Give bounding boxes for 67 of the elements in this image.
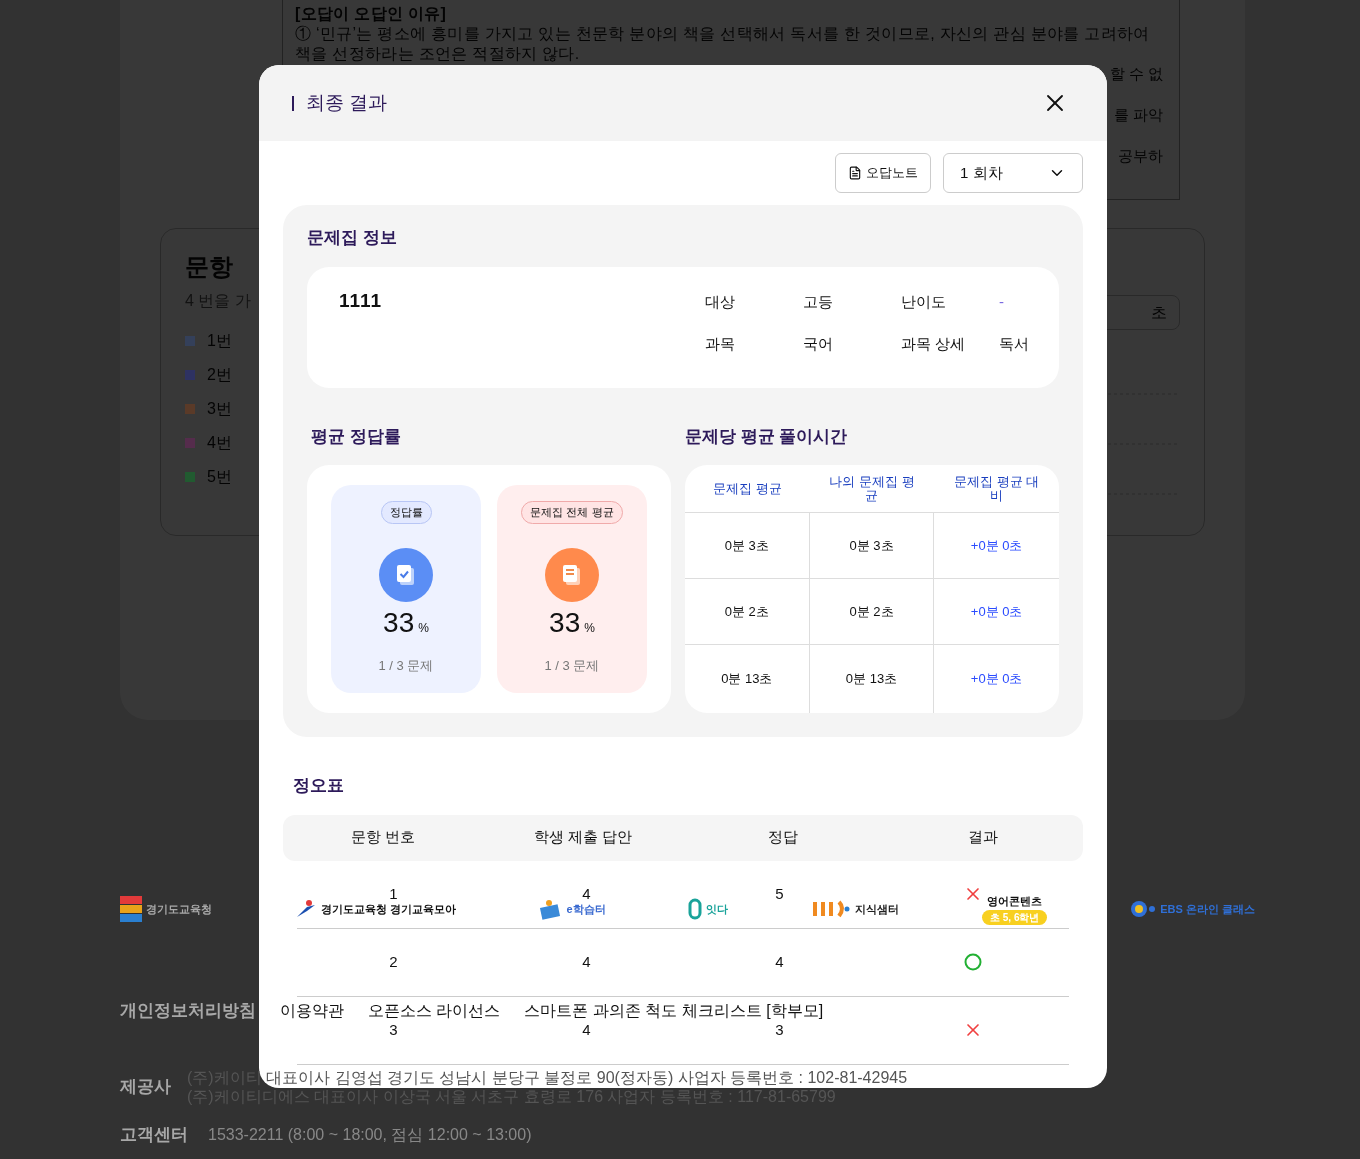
round-select[interactable]: 1 회차 bbox=[943, 153, 1083, 193]
section-title: 정오표 bbox=[292, 775, 345, 797]
checked-document-icon bbox=[395, 562, 417, 587]
table-cell: 0분 2초 bbox=[685, 579, 810, 645]
column-header: 결과 bbox=[967, 827, 999, 848]
question-count: 1 / 3 문제 bbox=[378, 656, 434, 675]
field-value: - bbox=[999, 291, 1005, 312]
logo-icon bbox=[1130, 899, 1157, 918]
logo-text: EBS 온라인 클래스 bbox=[1160, 901, 1255, 917]
tile-badge: 문제집 전체 평균 bbox=[521, 501, 623, 524]
workbook-name: 1111 bbox=[339, 288, 382, 313]
logo-text: 지식샘터 bbox=[855, 901, 900, 917]
table-cell: 0분 3초 bbox=[809, 513, 935, 579]
table-cell-text: 5 bbox=[775, 883, 784, 904]
table-cell: 0분 13초 bbox=[809, 645, 935, 713]
percent-unit: % bbox=[584, 619, 595, 637]
document-icon bbox=[848, 166, 862, 180]
section-title: 문제집 정보 bbox=[307, 227, 398, 249]
field-value: 국어 bbox=[803, 334, 834, 354]
column-header: 나의 문제집 평균 bbox=[809, 465, 935, 513]
table-cell: +0분 0초 bbox=[934, 513, 1059, 579]
logo-text: e학습터 bbox=[566, 901, 606, 917]
table-cell-text: +0분 0초 bbox=[969, 670, 1024, 689]
logo-icon bbox=[538, 897, 563, 920]
support-info: 1533-2211 (8:00 ~ 18:00, 점심 12:00 ~ 13:00) bbox=[208, 1124, 532, 1145]
table-cell-text: 4 bbox=[775, 951, 784, 972]
column-header: 학생 제출 답안 bbox=[532, 827, 634, 848]
title-bar-mark bbox=[292, 95, 294, 111]
table-cell-text: 4 bbox=[582, 883, 591, 904]
logo-icon bbox=[120, 895, 142, 922]
logo-text: 영어콘텐츠 bbox=[987, 894, 1043, 909]
logo-text: 경기도교육청 bbox=[146, 901, 212, 917]
support-label: 고객센터 bbox=[120, 1124, 188, 1146]
table-cell-text: 4 bbox=[582, 951, 591, 972]
correct-circle-icon bbox=[963, 953, 982, 971]
document-icon bbox=[561, 562, 583, 587]
field-value: 고등 bbox=[803, 291, 834, 312]
section-title: 문제당 평균 풀이시간 bbox=[685, 425, 849, 448]
question-count: 1 / 3 문제 bbox=[544, 656, 600, 675]
table-cell: +0분 0초 bbox=[934, 579, 1059, 645]
footer-link[interactable]: 이용약관 bbox=[280, 998, 344, 1023]
logo-text: 경기도교육청 경기교육모아 bbox=[320, 901, 456, 917]
column-header: 문항 번호 bbox=[349, 827, 417, 848]
accuracy-value: 33 bbox=[383, 605, 415, 640]
table-cell-text: 1 bbox=[389, 883, 398, 904]
logo-icon bbox=[688, 897, 703, 920]
field-label: 과목 bbox=[705, 334, 736, 354]
wrong-note-button[interactable]: 오답노트 bbox=[835, 153, 931, 193]
tile-badge: 정답률 bbox=[380, 501, 432, 524]
accuracy-value: 33 bbox=[549, 605, 581, 640]
footer-link[interactable]: 개인정보처리방침 bbox=[120, 998, 256, 1024]
field-value: 독서 bbox=[999, 334, 1030, 354]
table-cell: 0분 3초 bbox=[685, 513, 810, 579]
field-label: 과목 상세 bbox=[901, 334, 967, 354]
provider-label: 제공사 bbox=[120, 1076, 171, 1098]
logo-text: 잇다 bbox=[706, 901, 729, 917]
column-header: 문제집 평균 대비 bbox=[934, 465, 1059, 513]
field-label: 난이도 bbox=[901, 291, 947, 312]
section-title: 평균 정답률 bbox=[310, 425, 402, 448]
table-cell-text: 2 bbox=[389, 951, 398, 972]
field-label: 대상 bbox=[705, 291, 736, 312]
table-cell: 0분 2초 bbox=[809, 579, 935, 645]
table-cell: 0분 13초 bbox=[685, 645, 810, 713]
dialog-title: 최종 결과 bbox=[306, 90, 388, 115]
column-header: 문제집 평균 bbox=[685, 465, 810, 513]
percent-unit: % bbox=[418, 619, 429, 637]
column-header: 정답 bbox=[767, 827, 799, 848]
